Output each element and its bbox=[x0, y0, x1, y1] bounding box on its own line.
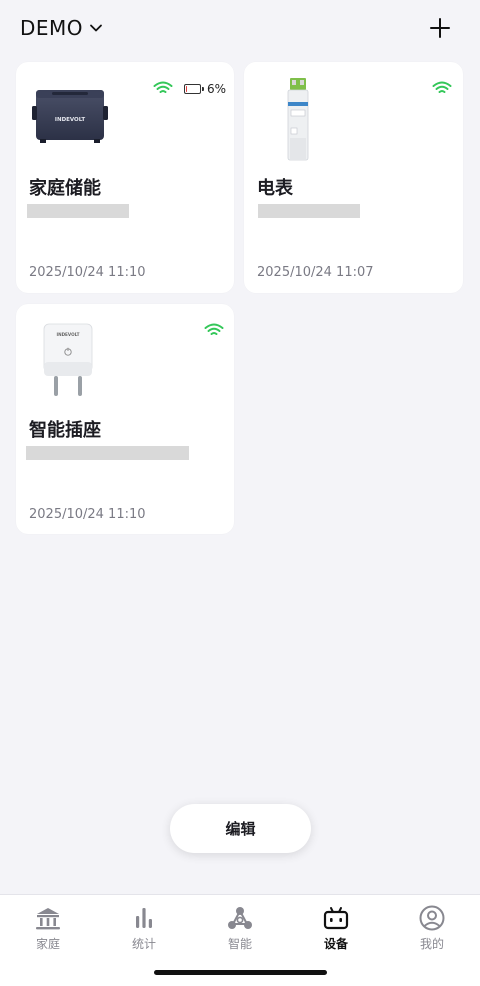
device-subtitle-placeholder bbox=[26, 446, 189, 460]
power-station-image: INDEVOLT bbox=[32, 90, 108, 143]
device-card-smart-plug[interactable]: INDEVOLT 智能插座 2025/10/24 11:10 bbox=[16, 304, 234, 534]
device-name: 智能插座 bbox=[29, 420, 101, 441]
wifi-icon bbox=[153, 81, 173, 93]
brand-logo-text: INDEVOLT bbox=[55, 117, 85, 123]
device-subtitle-placeholder bbox=[258, 204, 360, 218]
battery-icon bbox=[184, 84, 201, 94]
tab-statistics[interactable]: 统计 bbox=[96, 905, 192, 953]
home-name: DEMO bbox=[20, 16, 84, 40]
profile-icon bbox=[419, 905, 445, 931]
tab-smart[interactable]: 智能 bbox=[192, 905, 288, 953]
battery-indicator: 6% bbox=[184, 82, 226, 96]
plus-icon[interactable] bbox=[426, 14, 454, 42]
device-update-time: 2025/10/24 11:07 bbox=[257, 265, 374, 280]
home-icon bbox=[36, 908, 60, 930]
device-update-time: 2025/10/24 11:10 bbox=[29, 507, 146, 522]
top-bar: DEMO bbox=[0, 0, 480, 56]
scene-nodes-icon bbox=[228, 907, 252, 929]
tab-label: 智能 bbox=[227, 937, 252, 951]
tab-label: 家庭 bbox=[35, 937, 60, 951]
bar-chart-icon bbox=[136, 908, 152, 928]
wifi-icon bbox=[204, 323, 224, 335]
device-name: 家庭储能 bbox=[29, 178, 101, 199]
edit-button[interactable]: 编辑 bbox=[170, 804, 311, 853]
home-indicator bbox=[154, 970, 327, 975]
device-update-time: 2025/10/24 11:10 bbox=[29, 265, 146, 280]
device-subtitle-placeholder bbox=[27, 204, 129, 218]
tab-profile[interactable]: 我的 bbox=[384, 905, 480, 953]
device-icon bbox=[323, 907, 349, 930]
device-name: 电表 bbox=[257, 178, 293, 199]
device-card-home-storage[interactable]: INDEVOLT 6% 家庭储能 2025/10/24 11:10 bbox=[16, 62, 234, 293]
chevron-down-icon bbox=[90, 24, 102, 32]
brand-logo-text: INDEVOLT bbox=[57, 332, 80, 337]
tab-devices[interactable]: 设备 bbox=[288, 905, 384, 953]
tab-home[interactable]: 家庭 bbox=[0, 905, 96, 953]
wifi-icon bbox=[432, 81, 452, 93]
tab-label: 我的 bbox=[419, 937, 444, 951]
energy-meter-image bbox=[287, 78, 309, 161]
device-card-energy-meter[interactable]: 电表 2025/10/24 11:07 bbox=[244, 62, 463, 293]
tab-label: 设备 bbox=[323, 937, 348, 951]
battery-percent: 6% bbox=[207, 82, 227, 96]
home-selector[interactable]: DEMO bbox=[20, 14, 103, 42]
smart-plug-image: INDEVOLT bbox=[43, 323, 93, 396]
tab-label: 统计 bbox=[131, 937, 156, 951]
